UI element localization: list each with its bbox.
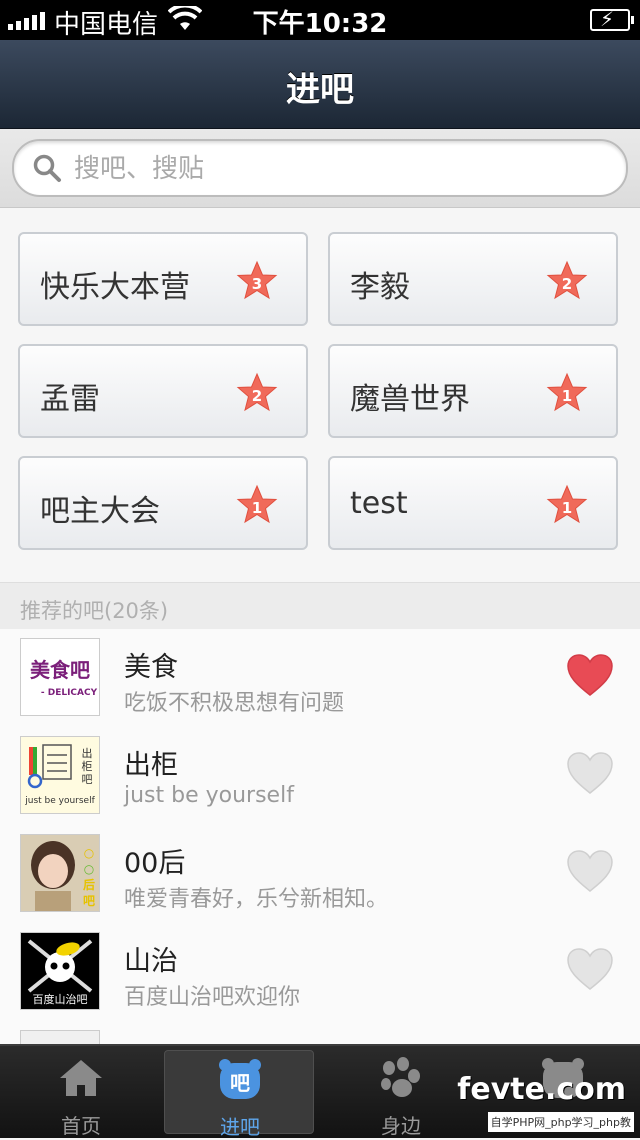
- bar-name: 吧主大会: [40, 494, 160, 529]
- svg-text:美食吧: 美食吧: [30, 658, 90, 682]
- bar-name: test: [350, 486, 408, 521]
- bar-avatar: 出 柜 吧 just be yourself: [20, 736, 100, 814]
- bar-name: 快乐大本营: [40, 270, 190, 305]
- level-star-icon: 2: [546, 260, 588, 300]
- frequent-bar-tile[interactable]: 魔兽世界 1: [328, 344, 618, 438]
- bar-name: 山治: [124, 946, 178, 977]
- heart-icon[interactable]: [566, 751, 614, 795]
- paw-icon: [381, 1057, 420, 1097]
- level-star-icon: 1: [546, 372, 588, 412]
- svg-text:柜: 柜: [82, 760, 93, 773]
- list-item[interactable]: 美食吧 - DELICACY 美食 吃饭不积极思想有问题: [0, 629, 640, 728]
- svg-text:出: 出: [82, 746, 93, 760]
- list-item[interactable]: ○ ○ 后 吧 00后 唯爱青春好，乐兮新相知。: [0, 825, 640, 924]
- list-item[interactable]: 出 柜 吧 just be yourself 出柜 just be yourse…: [0, 727, 640, 826]
- svg-text:just be yourself: just be yourself: [24, 796, 95, 806]
- level-number: 2: [562, 275, 572, 293]
- frequent-bar-tile[interactable]: 李毅 2: [328, 232, 618, 326]
- level-number: 1: [562, 387, 572, 405]
- level-number: 1: [562, 499, 572, 517]
- recommend-section-header: 推荐的吧(20条): [0, 582, 640, 630]
- home-icon: [60, 1060, 102, 1096]
- frequent-bar-tile[interactable]: test 1: [328, 456, 618, 550]
- bar-avatar: 百度山治吧: [20, 932, 100, 1010]
- level-star-icon: 2: [236, 372, 278, 412]
- svg-text:吧: 吧: [82, 773, 93, 786]
- status-time: 下午10:32: [252, 9, 388, 39]
- svg-text:吧: 吧: [83, 894, 95, 908]
- search-input[interactable]: [72, 149, 596, 189]
- frequent-bar-tile[interactable]: 快乐大本营 3: [18, 232, 308, 326]
- frequent-bar-tile[interactable]: 孟雷 2: [18, 344, 308, 438]
- bar-description: 吃饭不积极思想有问题: [124, 691, 345, 716]
- bar-avatar: ○ ○ 后 吧: [20, 834, 100, 912]
- battery-icon: ⚡: [590, 7, 634, 31]
- svg-text:后: 后: [83, 877, 95, 892]
- tab-nearby[interactable]: 身边: [326, 1050, 476, 1138]
- frequent-bars-grid: 快乐大本营 3 李毅 2 孟雷 2 魔兽世界 1 吧主大会 1 test 1: [0, 208, 640, 580]
- level-number: 1: [252, 499, 262, 517]
- recommend-list[interactable]: 美食吧 - DELICACY 美食 吃饭不积极思想有问题 出 柜 吧 just …: [0, 629, 640, 1045]
- section-title: 推荐的吧(20条): [20, 599, 169, 623]
- svg-text:○: ○: [84, 862, 94, 876]
- tab-home[interactable]: 首页: [6, 1050, 156, 1138]
- bar-name: 出柜: [124, 750, 178, 781]
- bar-description: just be yourself: [124, 783, 294, 808]
- watermark: fevte.com 自学PHP网_php学习_php教: [457, 1072, 634, 1132]
- svg-text:吧: 吧: [230, 1071, 250, 1095]
- search-box[interactable]: [12, 139, 628, 197]
- level-star-icon: 1: [236, 484, 278, 524]
- search-bar: [0, 129, 640, 208]
- level-number: 2: [252, 387, 262, 405]
- bar-name: 李毅: [350, 270, 410, 305]
- tab-enter-bar[interactable]: 吧 进吧: [164, 1050, 314, 1139]
- heart-icon[interactable]: [566, 947, 614, 991]
- bar-name: 孟雷: [40, 382, 100, 417]
- bar-name: 魔兽世界: [350, 382, 470, 417]
- heart-icon[interactable]: [566, 653, 614, 697]
- bar-avatar: 美食吧 - DELICACY: [20, 638, 100, 716]
- level-number: 3: [252, 275, 262, 293]
- list-item[interactable]: 百度山治吧 山治 百度山治吧欢迎你: [0, 923, 640, 1022]
- level-star-icon: 1: [546, 484, 588, 524]
- heart-icon[interactable]: [566, 849, 614, 893]
- enter-bar-icon: 吧: [219, 1059, 261, 1099]
- watermark-text: 自学PHP网_php学习_php教: [487, 1112, 634, 1132]
- navigation-bar: 进吧: [0, 40, 640, 129]
- tab-label: 首页: [61, 1114, 101, 1138]
- page-title: 进吧: [286, 70, 354, 110]
- search-icon: [33, 154, 61, 182]
- status-bar: 中国电信 下午10:32 ⚡: [0, 0, 640, 40]
- tab-label: 身边: [381, 1114, 421, 1138]
- level-star-icon: 3: [236, 260, 278, 300]
- bar-avatar: [20, 1030, 100, 1045]
- svg-text:○: ○: [84, 846, 94, 860]
- svg-text:百度山治吧: 百度山治吧: [33, 992, 88, 1006]
- svg-text:- DELICACY: - DELICACY: [41, 688, 98, 698]
- bar-name: 00后: [124, 848, 186, 879]
- watermark-logo: fevte.com: [457, 1072, 626, 1107]
- bar-name: 美食: [124, 652, 178, 683]
- bar-description: 唯爱青春好，乐兮新相知。: [124, 887, 389, 912]
- list-item[interactable]: [0, 1021, 640, 1045]
- bar-description: 百度山治吧欢迎你: [124, 985, 301, 1010]
- frequent-bar-tile[interactable]: 吧主大会 1: [18, 456, 308, 550]
